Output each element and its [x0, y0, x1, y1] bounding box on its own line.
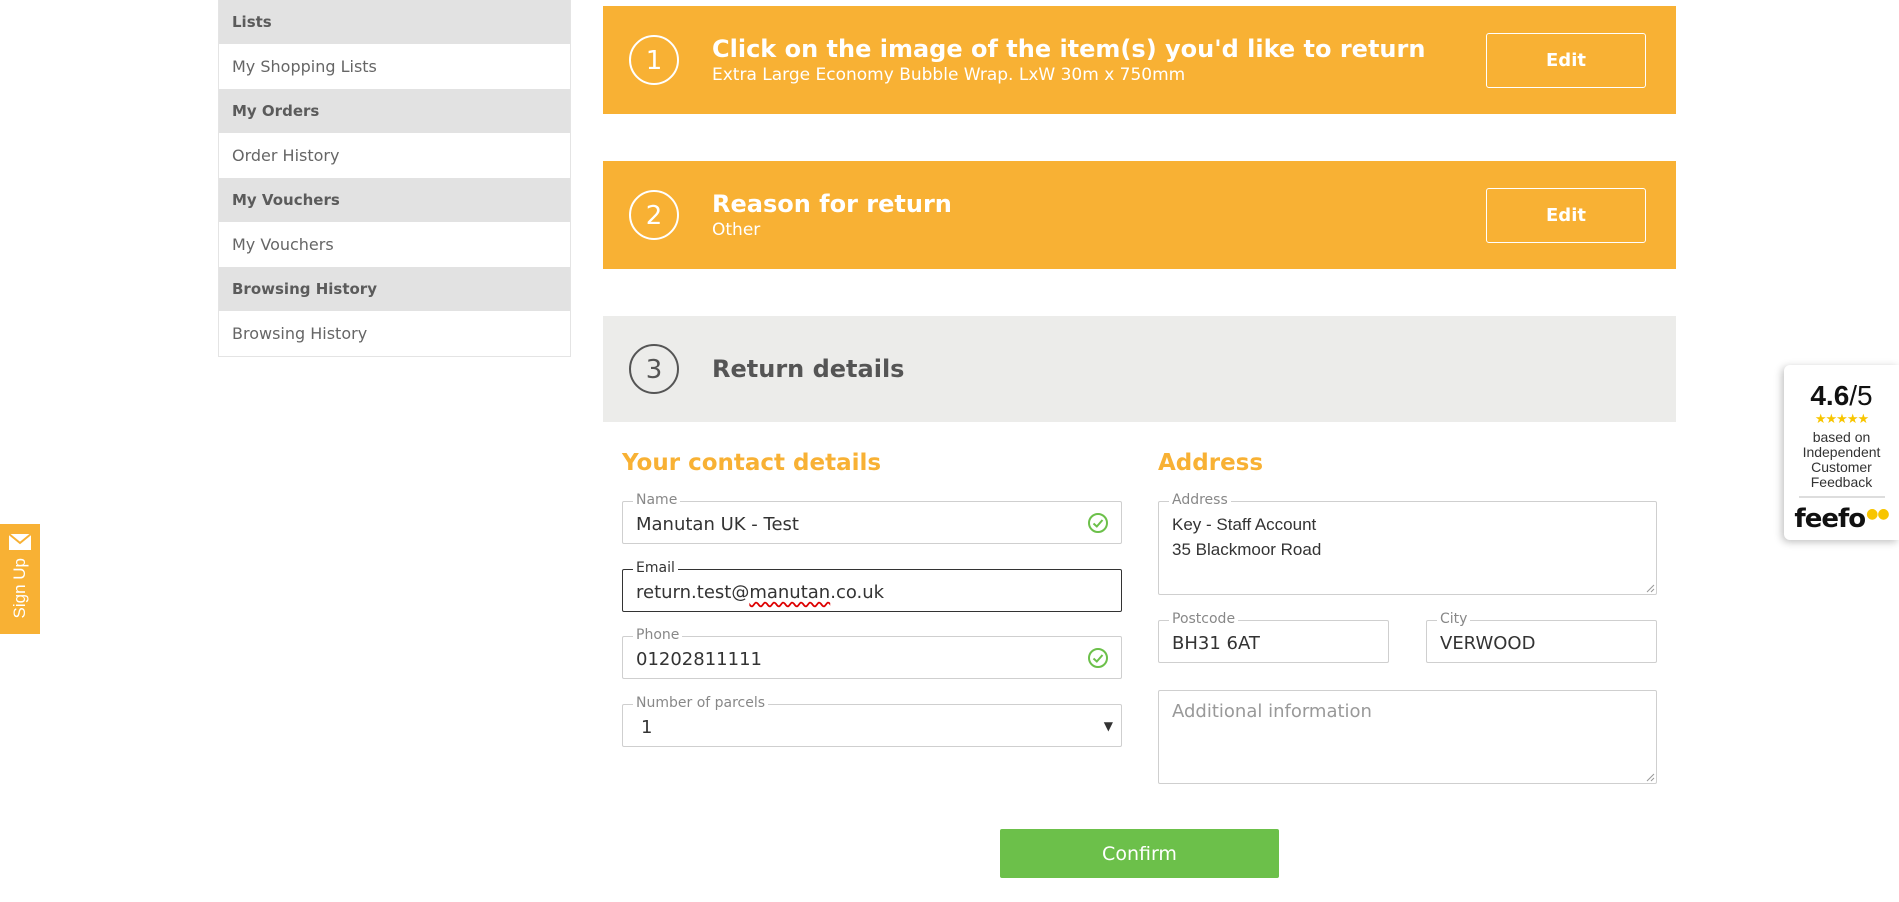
- city-field[interactable]: City VERWOOD: [1426, 611, 1657, 663]
- address-textarea[interactable]: Address Key - Staff Account 35 Blackmoor…: [1158, 492, 1657, 595]
- address-heading: Address: [1158, 450, 1264, 476]
- caret-down-icon: ▼: [1103, 719, 1113, 733]
- sidebar-heading-lists: Lists: [219, 0, 570, 44]
- sidebar-heading-my-orders: My Orders: [219, 89, 570, 133]
- step-2-title: Reason for return: [712, 190, 952, 218]
- step-2-subtitle: Other: [712, 220, 761, 240]
- name-field[interactable]: Name Manutan UK - Test: [622, 492, 1122, 544]
- account-sidebar: Lists My Shopping Lists My Orders Order …: [218, 0, 571, 357]
- feefo-score: 4.6/5: [1810, 380, 1873, 411]
- feefo-divider: [1798, 496, 1885, 498]
- name-value: Manutan UK - Test: [636, 514, 799, 535]
- step-1-title: Click on the image of the item(s) you'd …: [712, 35, 1426, 63]
- confirm-button[interactable]: Confirm: [1000, 829, 1279, 878]
- additional-info-placeholder: Additional information: [1172, 701, 1372, 722]
- additional-info-textarea[interactable]: Additional information: [1158, 690, 1657, 784]
- step-1-circle-icon: 1: [629, 35, 679, 85]
- parcels-select[interactable]: Number of parcels 1 ▼: [622, 695, 1122, 747]
- step-3-circle-icon: 3: [629, 344, 679, 394]
- step-2-number: 2: [646, 201, 663, 231]
- feefo-stars-icon: ★★★★★: [1814, 411, 1869, 426]
- city-value: VERWOOD: [1440, 633, 1536, 654]
- step-2-panel: 2 Reason for return Other Edit: [603, 161, 1676, 269]
- address-line-2: 35 Blackmoor Road: [1172, 540, 1322, 559]
- step-3-title: Return details: [712, 355, 905, 383]
- email-label: Email: [633, 560, 678, 576]
- step-1-number: 1: [646, 46, 663, 76]
- step-1-subtitle: Extra Large Economy Bubble Wrap. LxW 30m…: [712, 65, 1186, 85]
- resize-handle-icon[interactable]: [1645, 583, 1655, 593]
- signup-label: Sign Up: [10, 558, 29, 619]
- phone-value: 01202811111: [636, 649, 762, 670]
- postcode-field[interactable]: Postcode BH31 6AT: [1158, 611, 1389, 663]
- sidebar-heading-my-vouchers: My Vouchers: [219, 178, 570, 222]
- email-field[interactable]: Email return.test@manutan.co.uk: [622, 560, 1122, 612]
- sidebar-heading-browsing-history: Browsing History: [219, 267, 570, 311]
- sidebar-item-my-vouchers[interactable]: My Vouchers: [219, 222, 570, 267]
- step-2-circle-icon: 2: [629, 190, 679, 240]
- phone-field[interactable]: Phone 01202811111: [622, 627, 1122, 679]
- step-3-panel: 3 Return details: [603, 316, 1676, 422]
- sidebar-item-order-history[interactable]: Order History: [219, 133, 570, 178]
- email-value: return.test@manutan.co.uk: [636, 582, 885, 603]
- address-line-1: Key - Staff Account: [1172, 515, 1317, 534]
- sidebar-item-my-shopping-lists[interactable]: My Shopping Lists: [219, 44, 570, 89]
- parcels-label: Number of parcels: [633, 695, 769, 711]
- parcels-value: 1: [641, 717, 653, 738]
- envelope-icon: [8, 533, 32, 550]
- feefo-text: based on Independent Customer Feedback: [1802, 429, 1881, 490]
- step-1-panel: 1 Click on the image of the item(s) you'…: [603, 6, 1676, 114]
- address-label: Address: [1169, 492, 1231, 508]
- postcode-value: BH31 6AT: [1172, 633, 1260, 654]
- postcode-label: Postcode: [1169, 611, 1239, 627]
- step-3-number: 3: [646, 355, 663, 385]
- sidebar-item-browsing-history[interactable]: Browsing History: [219, 311, 570, 356]
- valid-check-icon: [1088, 513, 1108, 533]
- name-label: Name: [633, 492, 681, 508]
- step-1-edit-button[interactable]: Edit: [1486, 32, 1646, 88]
- feefo-logo: feefo ●●: [1794, 504, 1889, 534]
- contact-details-heading: Your contact details: [622, 450, 882, 476]
- signup-tab[interactable]: Sign Up: [0, 524, 40, 634]
- step-2-edit-button[interactable]: Edit: [1486, 187, 1646, 243]
- city-label: City: [1437, 611, 1471, 627]
- feefo-rating-badge[interactable]: 4.6/5 ★★★★★ based on Independent Custome…: [1784, 365, 1899, 540]
- resize-handle-icon[interactable]: [1645, 772, 1655, 782]
- phone-label: Phone: [633, 627, 683, 643]
- valid-check-icon: [1088, 648, 1108, 668]
